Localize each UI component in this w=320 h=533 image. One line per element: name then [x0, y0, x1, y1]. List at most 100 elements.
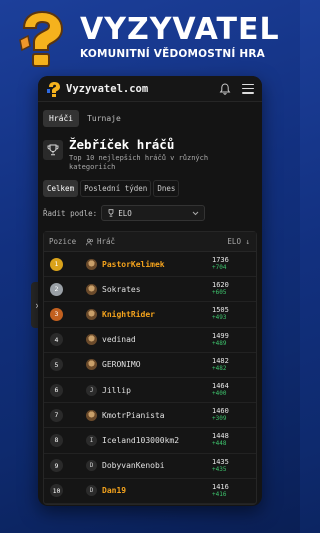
rank-cell: 5 [44, 358, 86, 372]
avatar [86, 283, 97, 295]
app-name[interactable]: Vyzyvatel.com [66, 83, 218, 95]
leaderboard-header: Žebříček hráčů Top 10 nejlepších hráčů v… [43, 137, 257, 172]
rank-badge: 3 [50, 307, 63, 321]
player-cell: GERONIMO [86, 359, 212, 371]
elo-delta: +416 [212, 490, 227, 498]
rank-badge: 9 [50, 459, 63, 473]
promo-header: VYZYVATEL KOMUNITNÍ VĚDOMOSTNÍ HRA [0, 0, 300, 78]
users-icon [86, 238, 94, 245]
avatar: D [86, 460, 97, 472]
player-name[interactable]: KnightRider [102, 310, 155, 319]
avatar [86, 409, 97, 421]
table-row[interactable]: 1 PastorKelimek 1736 +704 [44, 252, 256, 278]
elo-cell: 1448 +448 [212, 432, 256, 448]
elo-delta: +435 [212, 465, 227, 473]
elo-cell: 1435 +435 [212, 458, 256, 474]
avatar [86, 308, 97, 320]
rank-badge: 2 [50, 282, 63, 296]
player-name[interactable]: PastorKelimek [102, 260, 165, 269]
rank-cell: 6 [44, 383, 86, 397]
table-row[interactable]: 10 D Dan19 1416 +416 [44, 479, 256, 504]
phone-frame: Vyzyvatel.com Hráči Turnaje Žebříček hrá… [38, 76, 262, 506]
period-last-week[interactable]: Poslední týden [80, 180, 152, 197]
arrow-down-icon: ↓ [245, 237, 250, 246]
table-row[interactable]: 6 J Jillip 1464 +400 [44, 378, 256, 404]
avatar [86, 258, 97, 270]
player-name[interactable]: Sokrates [102, 285, 141, 294]
table-row[interactable]: 5 GERONIMO 1482 +482 [44, 353, 256, 378]
avatar: D [86, 485, 97, 497]
header-player: Hráč [86, 237, 212, 246]
elo-cell: 1464 +400 [212, 382, 256, 398]
elo-value: 1448 [212, 432, 229, 441]
table-row[interactable]: 2 Sokrates 1620 +605 [44, 277, 256, 303]
player-name[interactable]: Iceland103000km2 [102, 436, 179, 445]
player-cell: D Dan19 [86, 485, 212, 497]
sort-select[interactable]: ELO [101, 205, 206, 221]
period-today[interactable]: Dnes [153, 180, 180, 197]
rank-cell: 1 [44, 257, 86, 271]
promo-title: VYZYVATEL [80, 12, 280, 47]
hamburger-menu-icon[interactable] [242, 83, 254, 94]
rank-cell: 7 [44, 408, 86, 422]
rank-badge: 1 [50, 257, 63, 271]
chevron-down-icon [192, 211, 199, 215]
player-name[interactable]: DobyvanKenobi [102, 461, 165, 470]
elo-cell: 1499 +489 [212, 332, 256, 348]
table-row[interactable]: 3 KnightRider 1505 +493 [44, 302, 256, 328]
elo-delta: +400 [212, 390, 227, 398]
table-header: Pozice Hráč ELO ↓ [44, 232, 256, 252]
elo-cell: 1736 +704 [212, 256, 256, 272]
table-row[interactable]: 9 D DobyvanKenobi 1435 +435 [44, 454, 256, 479]
player-name[interactable]: KmotrPianista [102, 411, 165, 420]
player-cell: KnightRider [86, 308, 212, 320]
rank-cell: 8 [44, 433, 86, 447]
player-cell: I Iceland103000km2 [86, 434, 212, 446]
player-cell: vedinad [86, 334, 212, 346]
elo-delta: +605 [212, 289, 227, 297]
elo-cell: 1460 +309 [212, 407, 256, 423]
rank-cell: 3 [44, 307, 86, 321]
header-player-label: Hráč [97, 237, 116, 246]
elo-cell: 1620 +605 [212, 281, 256, 297]
tab-players[interactable]: Hráči [43, 110, 80, 127]
rank-badge: 10 [50, 484, 63, 498]
rank-cell: 10 [44, 484, 86, 498]
elo-value: 1460 [212, 407, 229, 416]
main-tabs: Hráči Turnaje [43, 110, 257, 127]
elo-value: 1482 [212, 356, 229, 365]
bell-icon[interactable] [218, 82, 232, 96]
avatar: J [86, 384, 97, 396]
elo-value: 1435 [212, 457, 229, 466]
question-mark-logo-icon [19, 10, 64, 67]
sort-label: Řadit podle: [43, 208, 98, 218]
player-cell: J Jillip [86, 384, 212, 396]
sort-row: Řadit podle: ELO [43, 205, 257, 221]
trophy-icon [43, 140, 63, 160]
elo-value: 1505 [212, 306, 229, 315]
player-cell: Sokrates [86, 283, 212, 295]
elo-value: 1416 [212, 482, 229, 491]
table-row[interactable]: 4 vedinad 1499 +489 [44, 328, 256, 353]
elo-value: 1464 [212, 382, 229, 391]
elo-cell: 1416 +416 [212, 483, 256, 499]
rank-badge: 5 [50, 358, 63, 372]
period-total[interactable]: Celkem [43, 180, 79, 197]
player-name[interactable]: vedinad [102, 335, 136, 344]
app-logo-icon[interactable] [46, 81, 62, 97]
table-row[interactable]: 8 I Iceland103000km2 1448 +448 [44, 428, 256, 454]
player-cell: D DobyvanKenobi [86, 460, 212, 472]
elo-delta: +704 [212, 264, 227, 272]
elo-value: 1499 [212, 331, 229, 340]
player-name[interactable]: Jillip [102, 386, 131, 395]
elo-cell: 1482 +482 [212, 357, 256, 373]
leaderboard-table: Pozice Hráč ELO ↓ 1 PastorKelimek 1736 +… [43, 231, 257, 505]
tab-tournaments[interactable]: Turnaje [81, 110, 127, 127]
table-row[interactable]: 7 KmotrPianista 1460 +309 [44, 403, 256, 429]
player-name[interactable]: GERONIMO [102, 360, 141, 369]
header-elo[interactable]: ELO ↓ [212, 237, 256, 246]
player-name[interactable]: Dan19 [102, 486, 126, 495]
table-body: 1 PastorKelimek 1736 +704 2 Sokrates 162… [44, 252, 256, 504]
avatar [86, 334, 97, 346]
elo-cell: 1505 +493 [212, 306, 256, 322]
